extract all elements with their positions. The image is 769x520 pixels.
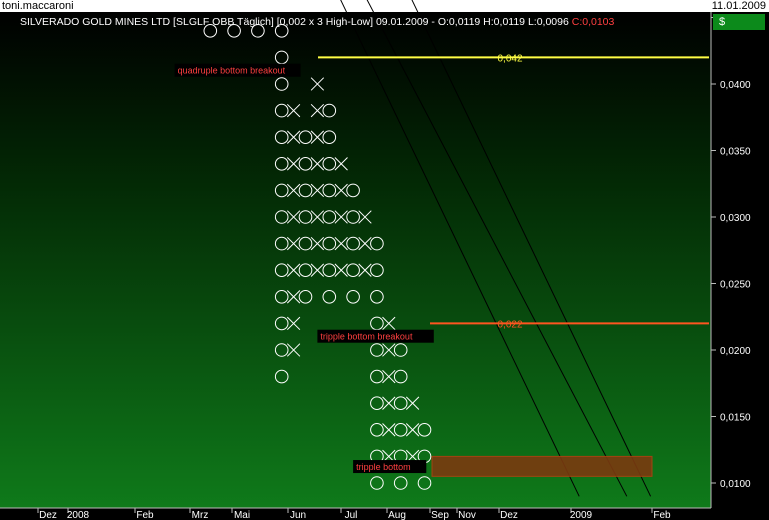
- pnf-column: [263, 0, 277, 11]
- x-tick-label: Jun: [290, 510, 306, 520]
- chart-window: { "window": {"user": "toni.maccaroni", "…: [0, 0, 769, 520]
- chart-title: SILVERADO GOLD MINES LTD [SLGLF OBB Tägl…: [20, 16, 615, 28]
- x-tick-label: 2008: [67, 510, 90, 520]
- pnf-o-mark: [251, 0, 265, 11]
- y-tick-label: 0,0350: [720, 147, 751, 158]
- pnf-column: [215, 0, 229, 11]
- pnf-column: [239, 0, 253, 11]
- x-tick-label: Mrz: [192, 510, 209, 520]
- pnf-o-mark: [274, 0, 289, 11]
- x-tick-label: Sep: [431, 510, 449, 520]
- x-tick-label: Jul: [345, 510, 358, 520]
- tripple-bottom-zone: [431, 455, 653, 477]
- y-tick-label: 0,0300: [720, 213, 751, 224]
- pnf-chart: 0,060,0420,022 quadruple bottom breakout…: [0, 0, 769, 520]
- title-prefix: SILVERADO GOLD MINES LTD [SLGLF OBB Tägl…: [20, 16, 572, 28]
- y-tick-label: 0,0250: [720, 280, 751, 291]
- breakout-annotation: tripple bottom: [353, 460, 427, 474]
- pnf-x-mark: [239, 0, 253, 11]
- currency-label: $: [713, 14, 765, 30]
- x-tick-label: Dez: [39, 510, 57, 520]
- pnf-o-mark: [227, 0, 241, 11]
- annotation-label: tripple bottom breakout: [320, 332, 413, 342]
- breakout-annotation: quadruple bottom breakout: [174, 63, 301, 77]
- pnf-x-mark: [263, 0, 277, 11]
- x-tick-label: Dez: [500, 510, 518, 520]
- x-tick-label: Mai: [234, 510, 250, 520]
- x-tick-label: 2009: [570, 510, 593, 520]
- breakout-annotation: tripple bottom breakout: [317, 329, 434, 343]
- breakout-level-label: 0,042: [497, 53, 522, 64]
- y-tick-label: 0,0200: [720, 346, 751, 357]
- pnf-o-mark: [203, 0, 218, 11]
- x-tick-label: Feb: [653, 510, 671, 520]
- annotation-label: tripple bottom: [356, 462, 411, 472]
- y-tick-label: 0,0400: [720, 80, 751, 91]
- x-tick-label: Feb: [136, 510, 154, 520]
- pnf-x-mark: [215, 0, 229, 11]
- plot-background: [0, 12, 711, 508]
- x-tick-label: Nov: [458, 510, 476, 520]
- x-tick-label: Aug: [388, 510, 406, 520]
- breakout-level-label: 0,022: [497, 319, 522, 330]
- y-tick-label: 0,0100: [720, 479, 751, 490]
- annotation-label: quadruple bottom breakout: [178, 66, 286, 76]
- title-close-value: C:0,0103: [572, 16, 615, 28]
- y-tick-label: 0,0150: [720, 413, 751, 424]
